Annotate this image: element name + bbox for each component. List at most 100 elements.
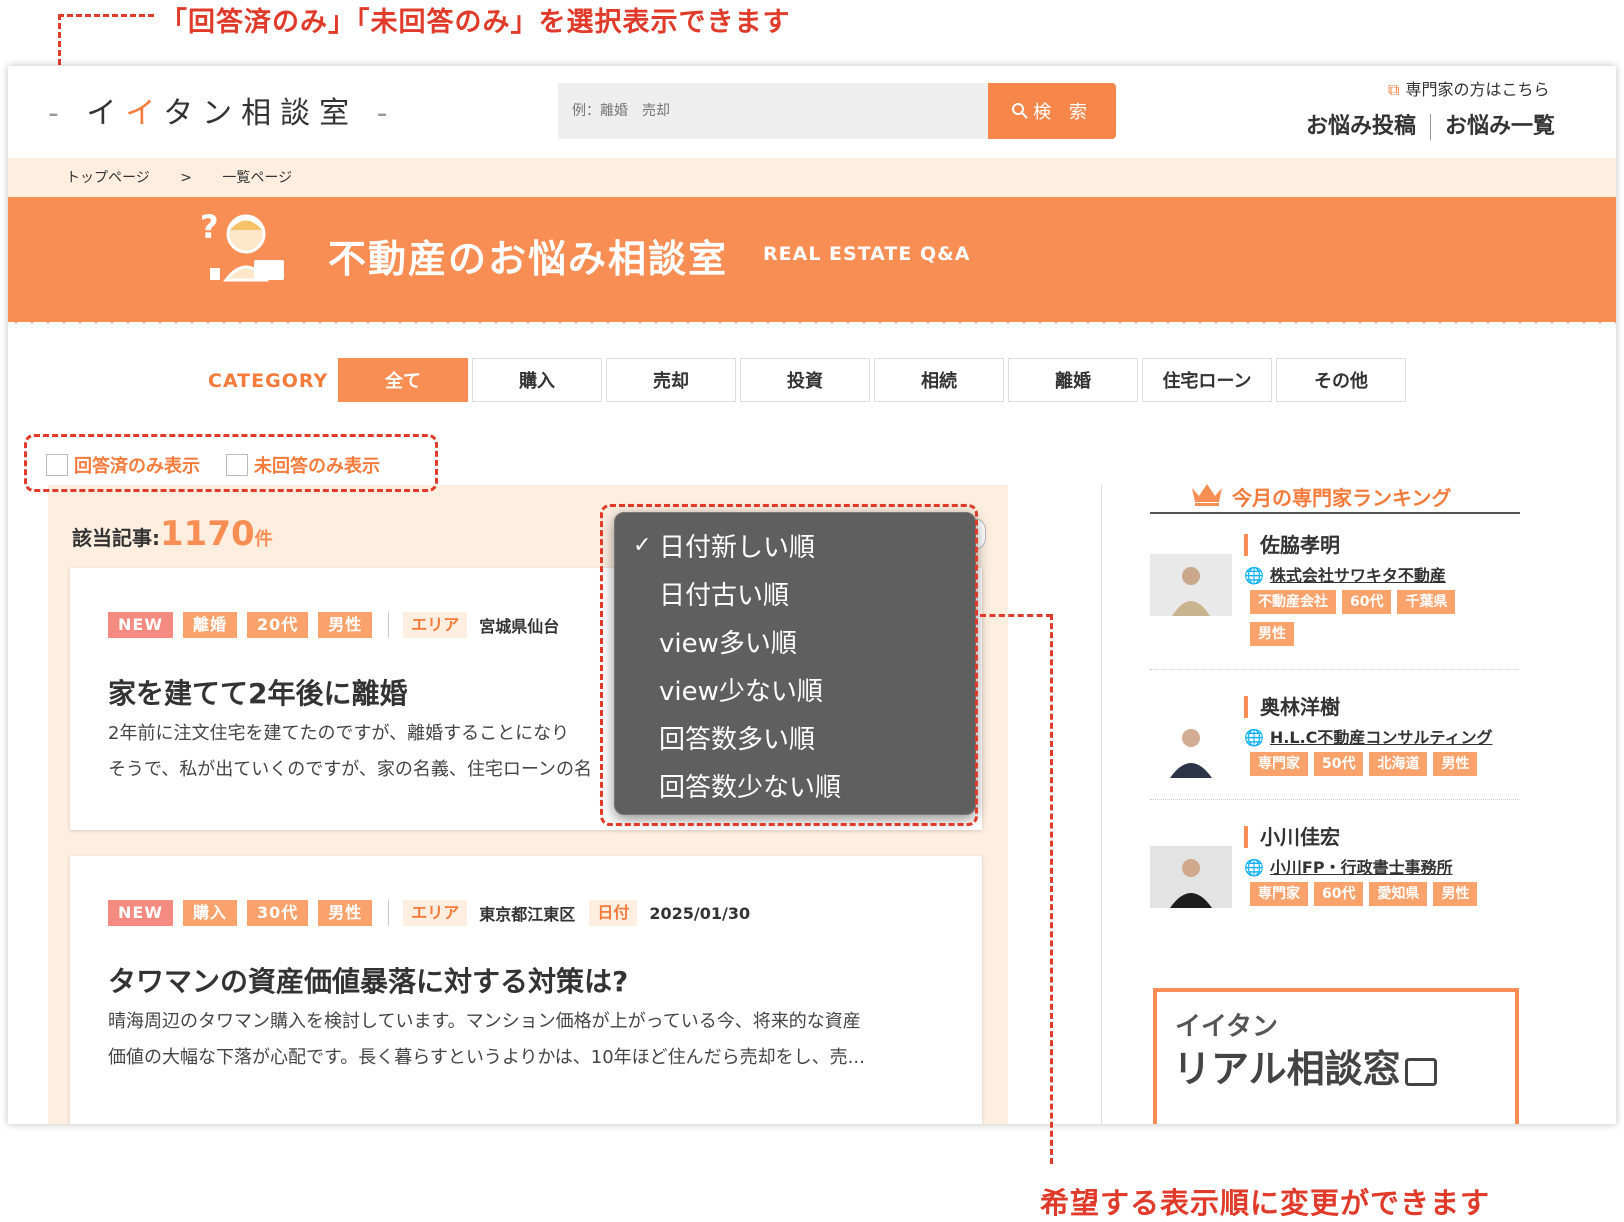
expert-photo bbox=[1150, 554, 1232, 616]
area-value: 宮城県仙台 bbox=[479, 617, 560, 636]
site-logo[interactable]: - イイタン相談室 - bbox=[48, 88, 397, 132]
sidebar-divider bbox=[1101, 485, 1102, 1124]
expert-company-label: H.L.C不動産コンサルティング bbox=[1269, 728, 1493, 747]
annotation-leader-right bbox=[980, 614, 1052, 617]
tab-divorce[interactable]: 離婚 bbox=[1008, 358, 1138, 402]
excerpt-line: 晴海周辺のタワマン購入を検討しています。マンション価格が上がっている今、将来的な… bbox=[108, 1011, 861, 1032]
tab-purchase[interactable]: 購入 bbox=[472, 358, 602, 402]
expert-company[interactable]: 🌐 株式会社サワキタ不動産 bbox=[1244, 562, 1446, 586]
annotation-filter-note: 「回答済のみ」「未回答のみ」を選択表示できます bbox=[160, 7, 791, 38]
result-count-unit: 件 bbox=[254, 529, 273, 550]
tab-investment[interactable]: 投資 bbox=[740, 358, 870, 402]
search-input[interactable] bbox=[558, 83, 988, 139]
search-box: 検 索 bbox=[558, 83, 1123, 139]
expert-login-link[interactable]: ⧉ 専門家の方はこちら bbox=[1388, 76, 1549, 100]
page-subtitle: REAL ESTATE Q&A bbox=[763, 243, 971, 265]
annotation-leader-down bbox=[1050, 614, 1053, 1164]
category-tabs: 全て 購入 売却 投資 相続 離婚 住宅ローン その他 bbox=[338, 358, 1410, 402]
tag-divider bbox=[388, 612, 390, 638]
expert-company[interactable]: 🌐 H.L.C不動産コンサルティング bbox=[1244, 724, 1492, 748]
area-label: エリア bbox=[403, 612, 468, 638]
tag-divider bbox=[388, 900, 390, 926]
result-count-number: 1170 bbox=[160, 514, 255, 554]
article-title[interactable]: 家を建てて2年後に離婚 bbox=[108, 672, 407, 712]
category-tag: 購入 bbox=[182, 900, 237, 926]
logo-dash: - bbox=[376, 96, 397, 131]
logo-text: イ bbox=[86, 96, 126, 131]
chat-bubble-icon bbox=[1404, 1057, 1437, 1086]
globe-icon: 🌐 bbox=[1244, 728, 1264, 747]
globe-icon: 🌐 bbox=[1244, 566, 1264, 585]
nav-post-worry[interactable]: お悩み投稿 bbox=[1306, 114, 1416, 139]
breadcrumb-current: 一覧ページ bbox=[222, 170, 293, 186]
expert-tag: 60代 bbox=[1314, 882, 1364, 906]
ranking-header: 今月の専門家ランキング bbox=[1150, 480, 1520, 514]
area-value: 東京都江東区 bbox=[479, 905, 576, 924]
logo-text-accent: イ bbox=[125, 96, 164, 131]
tab-all[interactable]: 全て bbox=[338, 358, 468, 402]
age-tag: 20代 bbox=[246, 612, 309, 638]
nav-worry-list[interactable]: お悩み一覧 bbox=[1445, 114, 1555, 139]
logo-dash: - bbox=[48, 96, 68, 131]
category-tag: 離婚 bbox=[182, 612, 237, 638]
article-tags: NEW 購入 30代 男性 エリア 東京都江東区 日付 2025/01/30 bbox=[108, 900, 764, 926]
expert-company[interactable]: 🌐 小川FP・行政書士事務所 bbox=[1244, 854, 1453, 878]
article-title[interactable]: タワマンの資産価値暴落に対する対策は? bbox=[108, 960, 628, 1000]
breadcrumb: トップページ > 一覧ページ bbox=[8, 158, 1616, 198]
breadcrumb-home[interactable]: トップページ bbox=[66, 170, 150, 186]
search-button[interactable]: 検 索 bbox=[988, 83, 1116, 139]
expert-tag: 男性 bbox=[1250, 622, 1294, 646]
crown-icon bbox=[1192, 484, 1222, 506]
new-badge: NEW bbox=[108, 612, 173, 638]
age-tag: 30代 bbox=[246, 900, 309, 926]
result-count-label: 該当記事: bbox=[72, 526, 160, 550]
logo-text-rest: タン相談室 bbox=[163, 96, 359, 131]
promo-title-text: リアル相談窓 bbox=[1173, 1047, 1401, 1091]
expert-tag: 専門家 bbox=[1250, 752, 1308, 776]
expert-name[interactable]: 奥林洋樹 bbox=[1244, 696, 1340, 718]
ranking-divider bbox=[1150, 669, 1520, 670]
expert-tags: 不動産会社 60代 千葉県 男性 bbox=[1250, 590, 1510, 654]
expert-link-label: 専門家の方はこちら bbox=[1405, 80, 1550, 99]
new-badge: NEW bbox=[108, 900, 173, 926]
result-count: 該当記事:1170件 bbox=[72, 514, 273, 554]
date-label: 日付 bbox=[589, 900, 638, 926]
promo-title: リアル相談窓 bbox=[1173, 1038, 1437, 1093]
globe-icon: 🌐 bbox=[1244, 858, 1264, 877]
area-label: エリア bbox=[403, 900, 468, 926]
search-icon bbox=[1012, 103, 1028, 119]
expert-tag: 北海道 bbox=[1369, 752, 1428, 776]
tab-inheritance[interactable]: 相続 bbox=[874, 358, 1004, 402]
expert-name[interactable]: 小川佳宏 bbox=[1244, 826, 1340, 848]
real-consultation-banner[interactable]: イイタン リアル相談窓 bbox=[1153, 988, 1519, 1124]
expert-tag: 不動産会社 bbox=[1250, 590, 1336, 614]
expert-tag: 専門家 bbox=[1250, 882, 1308, 906]
tab-sale[interactable]: 売却 bbox=[606, 358, 736, 402]
expert-tag: 60代 bbox=[1342, 590, 1392, 614]
expert-company-label: 小川FP・行政書士事務所 bbox=[1269, 858, 1453, 877]
search-button-label: 検 索 bbox=[1033, 102, 1093, 123]
nav-divider bbox=[1430, 114, 1432, 140]
tab-mortgage[interactable]: 住宅ローン bbox=[1142, 358, 1272, 402]
article-card[interactable]: NEW 購入 30代 男性 エリア 東京都江東区 日付 2025/01/30 タ… bbox=[70, 856, 982, 1124]
category-label: CATEGORY bbox=[208, 370, 329, 392]
expert-tag: 男性 bbox=[1433, 752, 1478, 776]
svg-text:?: ? bbox=[200, 208, 219, 246]
site-header: - イイタン相談室 - 検 索 ⧉専門家の方はこちら お悩み投稿お悩み一覧 bbox=[8, 66, 1616, 158]
ranking-title: 今月の専門家ランキング bbox=[1232, 486, 1452, 510]
expert-tags: 専門家 60代 愛知県 男性 bbox=[1250, 882, 1510, 914]
expert-name[interactable]: 佐脇孝明 bbox=[1244, 534, 1340, 556]
date-value: 2025/01/30 bbox=[649, 903, 751, 923]
annotation-sort-highlight bbox=[600, 504, 978, 826]
annotation-filter-highlight bbox=[24, 434, 438, 492]
tab-other[interactable]: その他 bbox=[1276, 358, 1406, 402]
article-tags: NEW 離婚 20代 男性 エリア 宮城県仙台 bbox=[108, 612, 573, 638]
external-link-icon: ⧉ bbox=[1388, 80, 1400, 99]
consultant-illustration: ? bbox=[200, 208, 284, 282]
expert-photo bbox=[1150, 846, 1232, 908]
expert-tag: 50代 bbox=[1314, 752, 1364, 776]
expert-tag: 男性 bbox=[1433, 882, 1478, 906]
header-nav: お悩み投稿 お悩み一覧 bbox=[1306, 108, 1555, 140]
annotation-leader-top bbox=[58, 14, 154, 17]
expert-tags: 専門家 50代 北海道 男性 bbox=[1250, 752, 1510, 784]
